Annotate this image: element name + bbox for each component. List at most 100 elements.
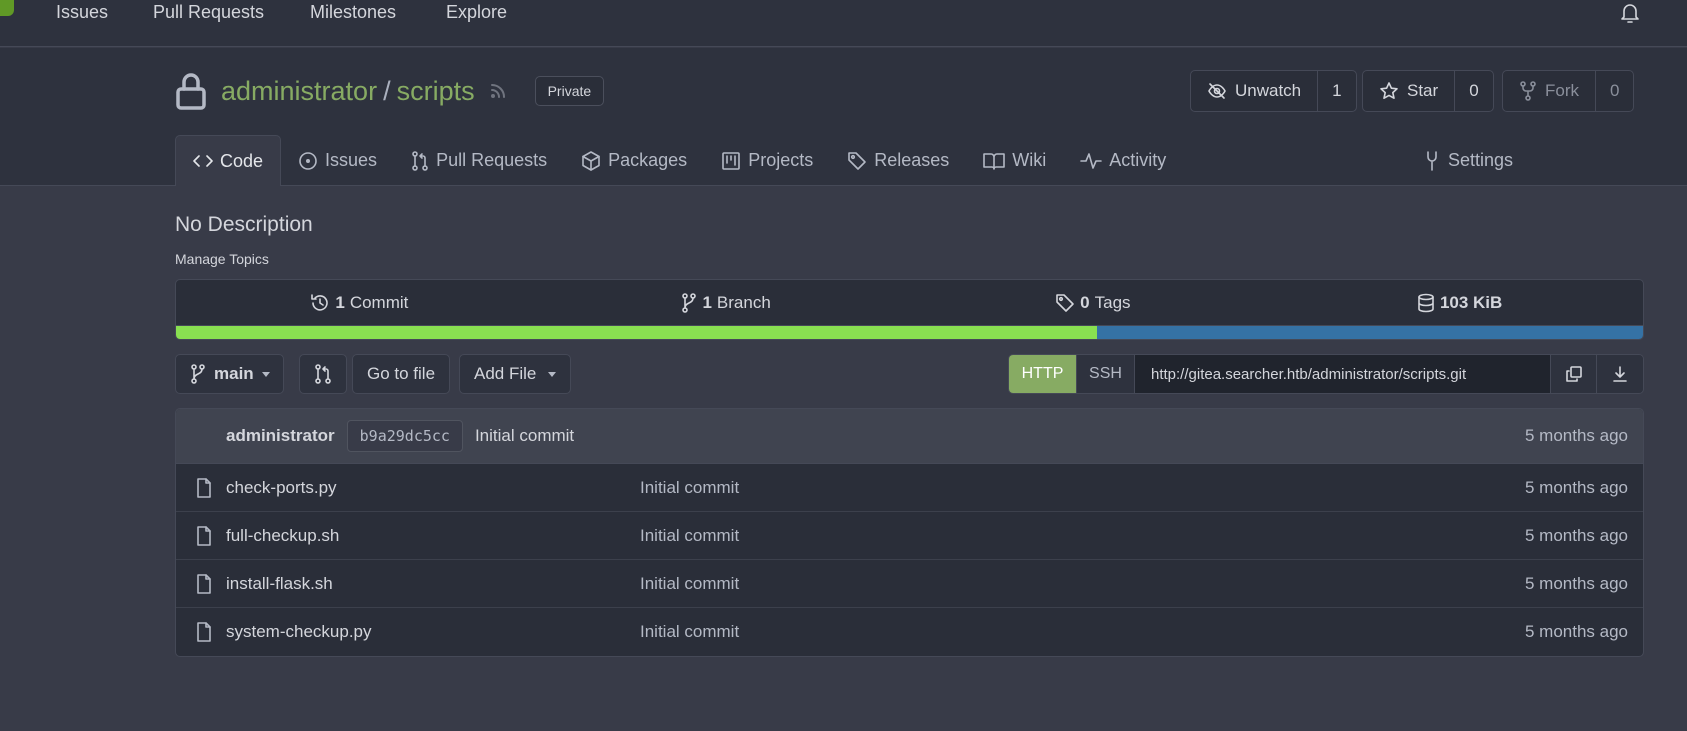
issue-icon [298, 151, 318, 171]
add-file-label: Add File [474, 364, 537, 383]
repo-tabs: Code Issues Pull Requests Packages Proje… [175, 135, 1183, 186]
fork-icon [1519, 81, 1537, 101]
tab-label: Issues [325, 150, 378, 170]
stars-count[interactable]: 0 [1455, 71, 1492, 111]
branch-dropdown[interactable]: main [175, 354, 284, 394]
file-icon [196, 574, 212, 594]
code-icon [193, 153, 213, 169]
commits-stat[interactable]: 1 Commit [176, 280, 543, 325]
tag-icon [1055, 293, 1075, 313]
file-icon [196, 622, 212, 642]
file-row[interactable]: install-flask.sh Initial commit 5 months… [176, 560, 1643, 608]
tab-projects[interactable]: Projects [704, 135, 830, 186]
nav-milestones[interactable]: Milestones [310, 0, 396, 24]
watchers-count[interactable]: 1 [1318, 71, 1355, 111]
star-button-group: Star 0 [1362, 70, 1494, 112]
clone-url-input[interactable]: http://gitea.searcher.htb/administrator/… [1135, 355, 1551, 393]
file-time: 5 months ago [1524, 573, 1628, 593]
tab-issues[interactable]: Issues [281, 135, 394, 186]
star-icon [1379, 81, 1399, 101]
repo-header: administrator / scripts Private Unwatch … [0, 48, 1687, 186]
commit-author[interactable]: administrator [226, 426, 335, 446]
manage-topics-link[interactable]: Manage Topics [175, 251, 269, 267]
commit-message[interactable]: Initial commit [475, 426, 574, 446]
tab-label: Pull Requests [436, 150, 548, 170]
package-icon [581, 150, 601, 171]
tab-activity[interactable]: Activity [1063, 135, 1183, 186]
file-name[interactable]: install-flask.sh [226, 574, 333, 594]
download-icon [1611, 365, 1629, 383]
tab-label: Projects [748, 150, 814, 170]
file-commit-message[interactable]: Initial commit [640, 526, 739, 546]
file-commit-message[interactable]: Initial commit [640, 478, 739, 498]
private-badge: Private [534, 76, 605, 106]
go-to-file-button[interactable]: Go to file [352, 354, 451, 394]
file-name[interactable]: check-ports.py [226, 478, 337, 498]
fork-button[interactable]: Fork [1503, 71, 1596, 111]
unwatch-label: Unwatch [1235, 81, 1302, 100]
tab-label: Activity [1109, 150, 1167, 170]
rss-icon[interactable] [489, 82, 507, 100]
history-icon [310, 293, 330, 313]
pull-request-icon [314, 364, 332, 384]
commit-time: 5 months ago [1524, 426, 1628, 445]
nav-pull-requests[interactable]: Pull Requests [153, 0, 264, 24]
repo-stats: 1 Commit 1 Branch 0 Tags 103 KiB [175, 279, 1644, 340]
download-button[interactable] [1597, 355, 1643, 393]
branches-count: 1 [702, 292, 712, 312]
file-time: 5 months ago [1524, 477, 1628, 497]
branches-label: Branch [716, 292, 771, 312]
file-commit-message[interactable]: Initial commit [640, 574, 739, 594]
tab-packages[interactable]: Packages [564, 135, 704, 186]
unwatch-button[interactable]: Unwatch [1191, 71, 1319, 111]
language-segment[interactable] [176, 326, 1098, 339]
latest-commit-header: administrator b9a29dc5cc Initial commit … [176, 409, 1643, 464]
branches-stat[interactable]: 1 Branch [543, 280, 910, 325]
tab-wiki[interactable]: Wiki [966, 135, 1063, 186]
repo-name-link[interactable]: scripts [397, 76, 475, 107]
file-commit-message[interactable]: Initial commit [640, 622, 739, 642]
file-time: 5 months ago [1524, 622, 1628, 641]
tags-count: 0 [1080, 292, 1090, 312]
file-list: administrator b9a29dc5cc Initial commit … [175, 408, 1644, 657]
commit-sha[interactable]: b9a29dc5cc [346, 420, 463, 452]
tab-code[interactable]: Code [175, 135, 282, 186]
ssh-button[interactable]: SSH [1077, 355, 1135, 393]
clone-panel: HTTP SSH http://gitea.searcher.htb/admin… [1008, 354, 1644, 394]
tab-label: Packages [608, 150, 688, 170]
repo-owner-link[interactable]: administrator [221, 76, 377, 107]
tags-stat[interactable]: 0 Tags [910, 280, 1277, 325]
branch-icon [190, 364, 206, 384]
file-row[interactable]: full-checkup.sh Initial commit 5 months … [176, 512, 1643, 560]
compare-button[interactable] [299, 354, 347, 394]
caret-down-icon [261, 371, 270, 377]
tab-releases[interactable]: Releases [830, 135, 966, 186]
language-bar[interactable] [176, 325, 1643, 339]
http-button[interactable]: HTTP [1009, 355, 1077, 393]
repo-size: 103 KiB [1439, 292, 1503, 312]
branch-name: main [214, 364, 254, 383]
language-segment[interactable] [1097, 326, 1643, 339]
file-name[interactable]: full-checkup.sh [226, 526, 339, 546]
fork-button-group: Fork 0 [1502, 70, 1635, 112]
tab-settings[interactable]: Settings [1423, 135, 1513, 186]
tags-label: Tags [1094, 292, 1131, 312]
pulse-icon [1080, 152, 1103, 170]
fork-label: Fork [1545, 81, 1579, 100]
file-row[interactable]: system-checkup.py Initial commit 5 month… [176, 608, 1643, 656]
copy-url-button[interactable] [1551, 355, 1597, 393]
commits-label: Commit [349, 292, 409, 312]
forks-count[interactable]: 0 [1596, 71, 1633, 111]
bell-icon[interactable] [1620, 2, 1640, 24]
pull-request-icon [411, 150, 429, 171]
gitea-logo[interactable] [0, 0, 14, 16]
tab-pull-requests[interactable]: Pull Requests [394, 135, 564, 186]
tag-icon [847, 151, 867, 171]
file-name[interactable]: system-checkup.py [226, 622, 372, 642]
file-row[interactable]: check-ports.py Initial commit 5 months a… [176, 464, 1643, 512]
nav-issues[interactable]: Issues [56, 0, 108, 24]
file-icon [196, 526, 212, 546]
add-file-dropdown[interactable]: Add File [459, 354, 572, 394]
star-button[interactable]: Star [1363, 71, 1456, 111]
nav-explore[interactable]: Explore [446, 0, 507, 24]
